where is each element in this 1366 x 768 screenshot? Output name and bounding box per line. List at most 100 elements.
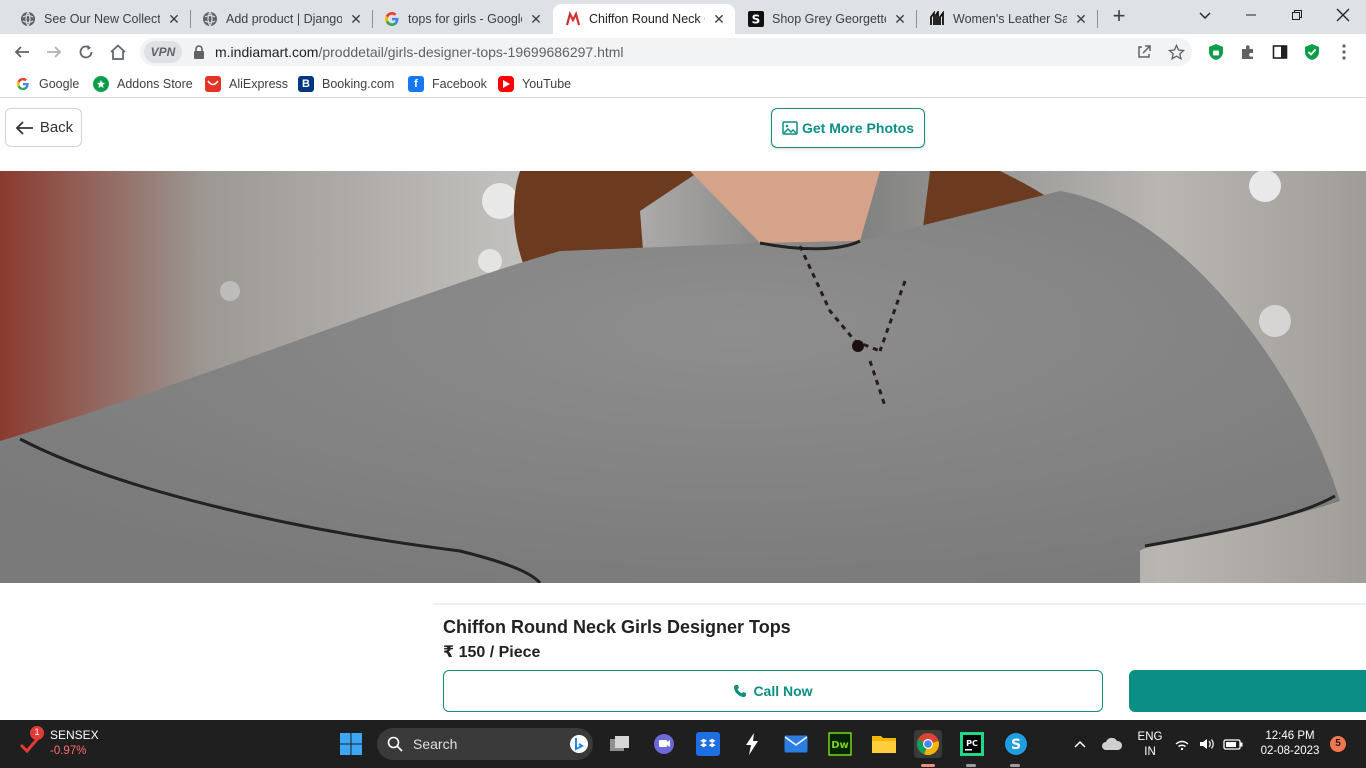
tab-add-product-django[interactable]: Add product | Django ✕ (190, 4, 372, 34)
pycharm-button[interactable]: PC (958, 730, 986, 758)
tab-title: See Our New Collectic (44, 12, 160, 26)
lock-icon[interactable] (192, 44, 206, 60)
search-label: Search (413, 736, 458, 752)
bookmark-booking[interactable]: B Booking.com (298, 75, 394, 93)
reload-icon[interactable] (74, 40, 98, 64)
svg-text:S: S (1011, 737, 1021, 753)
taskbar-search[interactable]: Search (377, 728, 593, 760)
show-hidden-icons-button[interactable] (1066, 730, 1094, 758)
addons-icon (93, 76, 109, 92)
product-info-card: Chiffon Round Neck Girls Designer Tops ₹… (433, 603, 1366, 720)
close-icon[interactable]: ✕ (892, 11, 908, 27)
tab-see-our-new-collection[interactable]: See Our New Collectic ✕ (8, 4, 190, 34)
call-now-button[interactable]: Call Now (443, 670, 1103, 712)
shield-check-icon[interactable] (1300, 40, 1324, 64)
password-manager-icon[interactable] (1204, 40, 1228, 64)
quick-settings-button[interactable] (1172, 730, 1246, 758)
chat-icon (654, 734, 674, 754)
file-explorer-button[interactable] (870, 730, 898, 758)
vpn-badge[interactable]: VPN (144, 41, 182, 63)
bookmark-aliexpress[interactable]: AliExpress (205, 75, 288, 93)
bookmark-label: Google (39, 77, 80, 91)
task-view-button[interactable] (606, 730, 634, 758)
product-title: Chiffon Round Neck Girls Designer Tops (443, 617, 791, 637)
extensions-icon[interactable] (1236, 40, 1260, 64)
notification-badge[interactable]: 5 (1330, 736, 1346, 752)
address-bar[interactable]: VPN m.indiamart.com/proddetail/girls-des… (140, 38, 1192, 66)
cloud-icon (1102, 737, 1123, 750)
product-price: ₹ 150 / Piece (443, 644, 541, 661)
tab-womens-leather-sandals[interactable]: Women's Leather Sanc ✕ (917, 4, 1097, 34)
start-button[interactable] (337, 730, 365, 758)
back-arrow-icon[interactable] (10, 40, 34, 64)
close-icon[interactable]: ✕ (348, 11, 364, 27)
tab-search-button[interactable] (1182, 0, 1228, 32)
page-viewport: Back Get More Photos Chiffon Round Neck … (0, 103, 1366, 720)
language-code: ENG (1137, 731, 1163, 743)
restore-button[interactable] (1274, 0, 1320, 32)
new-tab-button[interactable]: + (1108, 5, 1130, 28)
tab-separator (1097, 10, 1098, 28)
tab-title: Chiffon Round Neck G (589, 12, 705, 26)
teams-chat-button[interactable] (650, 730, 678, 758)
bookmark-google[interactable]: Google (15, 75, 79, 93)
close-icon[interactable]: ✕ (1073, 11, 1089, 27)
globe-icon (20, 11, 36, 27)
google-icon (15, 76, 31, 92)
mail-button[interactable] (782, 730, 810, 758)
close-window-button[interactable] (1320, 0, 1366, 32)
active-app-indicator (921, 764, 935, 767)
close-icon[interactable]: ✕ (528, 11, 544, 27)
tab-google-search[interactable]: tops for girls - Google ✕ (372, 4, 552, 34)
tab-title: tops for girls - Google (408, 12, 522, 26)
get-more-photos-button[interactable]: Get More Photos (771, 108, 925, 148)
back-button[interactable]: Back (5, 108, 82, 147)
bing-icon (570, 735, 588, 753)
s-logo-icon: S (748, 11, 764, 27)
windows-logo-icon (340, 733, 362, 755)
bookmark-youtube[interactable]: YouTube (498, 75, 571, 93)
clock[interactable]: 12:46 PM 02-08-2023 (1255, 729, 1325, 759)
close-icon[interactable]: ✕ (166, 11, 182, 27)
close-icon[interactable]: ✕ (711, 11, 727, 27)
forward-arrow-icon[interactable] (42, 40, 66, 64)
bookmark-facebook[interactable]: f Facebook (408, 75, 487, 93)
send-enquiry-button[interactable] (1129, 670, 1366, 712)
minimize-icon (1245, 8, 1257, 24)
widget-badge: 1 (30, 726, 44, 740)
youtube-icon (498, 76, 514, 92)
sensex-label[interactable]: SENSEX (50, 728, 99, 742)
tab-title: Add product | Django (226, 12, 342, 26)
bookmark-label: Addons Store (117, 77, 193, 91)
dreamweaver-icon: Dw (828, 732, 852, 756)
bookmark-addons-store[interactable]: Addons Store (93, 75, 193, 93)
arrow-left-icon (15, 120, 33, 135)
skype-button[interactable]: S (1002, 730, 1030, 758)
chevron-up-icon (1074, 740, 1086, 748)
product-image[interactable] (0, 171, 1366, 583)
booking-icon: B (298, 76, 314, 92)
menu-dots-icon[interactable] (1332, 40, 1356, 64)
side-panel-icon[interactable] (1268, 40, 1292, 64)
onedrive-button[interactable] (1098, 730, 1126, 758)
minimize-button[interactable] (1228, 0, 1274, 32)
call-now-label: Call Now (753, 683, 813, 699)
bookmarks-bar: Google Addons Store AliExpress B Booking… (0, 70, 1366, 98)
dropbox-button[interactable] (694, 730, 722, 758)
chrome-icon (916, 733, 939, 756)
bookmark-label: Booking.com (322, 77, 395, 91)
home-icon[interactable] (106, 40, 130, 64)
dreamweaver-button[interactable]: Dw (826, 730, 854, 758)
chrome-button[interactable] (914, 730, 942, 758)
tab-chiffon-round-neck[interactable]: Chiffon Round Neck G ✕ (553, 4, 735, 34)
svg-text:S: S (752, 13, 761, 27)
app-bolt-button[interactable] (738, 730, 766, 758)
search-icon (387, 736, 403, 752)
language-indicator[interactable]: ENG IN (1134, 730, 1166, 760)
get-more-photos-label: Get More Photos (801, 120, 914, 136)
tab-shop-grey-georgette[interactable]: S Shop Grey Georgette ✕ (736, 4, 916, 34)
clock-time: 12:46 PM (1265, 730, 1315, 742)
share-icon[interactable] (1135, 43, 1153, 61)
star-icon[interactable] (1167, 43, 1185, 61)
url-text[interactable]: m.indiamart.com/proddetail/girls-designe… (215, 44, 624, 60)
